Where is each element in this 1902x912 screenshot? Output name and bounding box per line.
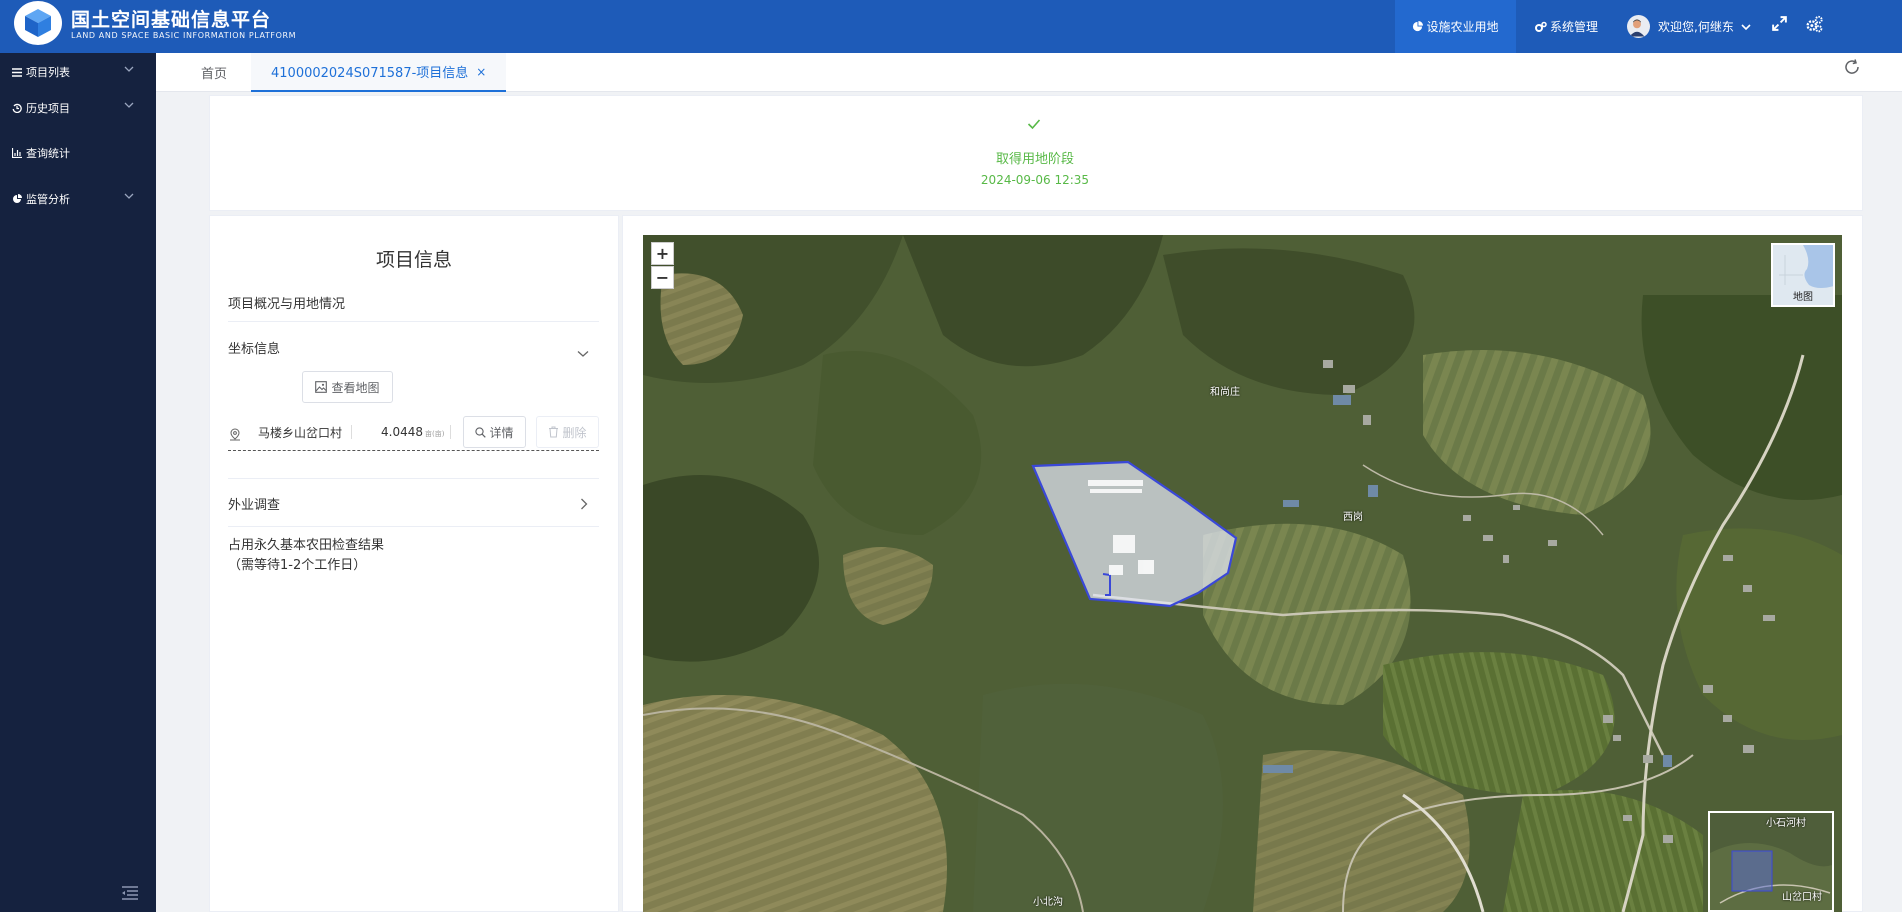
location-pin-icon [229, 426, 241, 445]
detail-label: 详情 [489, 425, 514, 440]
sidebar-item-supervision-analysis[interactable]: 监管分析 [0, 187, 156, 211]
section-overview[interactable]: 项目概况与用地情况 [228, 293, 345, 312]
stage-time: 2024-09-06 12:35 [980, 173, 1090, 187]
area-unit: 亩(亩) [425, 430, 445, 438]
coordinate-area: 4.0448 亩(亩) [381, 425, 444, 439]
cube-logo-icon [25, 9, 51, 37]
satellite-imagery [643, 235, 1842, 912]
stage-label: 取得用地阶段 [995, 152, 1074, 167]
chevron-down-icon [1741, 23, 1751, 30]
list-icon [12, 67, 22, 77]
view-map-label: 查看地图 [331, 380, 380, 395]
tab-project-info[interactable]: 4100002024S071587-项目信息 × [251, 53, 507, 92]
divider [351, 425, 352, 439]
divider [228, 321, 599, 322]
avatar [1627, 15, 1650, 38]
welcome-text: 欢迎您,何继东 [1658, 20, 1734, 34]
check-icon [1027, 115, 1041, 134]
delete-button[interactable]: 删除 [536, 416, 599, 448]
place-label: 小北沟 [1033, 897, 1063, 908]
nav-system-management[interactable]: 系统管理 [1535, 0, 1598, 53]
sidebar-item-query-statistics[interactable]: 查询统计 [0, 141, 156, 165]
sidebar-item-project-list[interactable]: 项目列表 [0, 60, 156, 84]
gears-icon [1535, 21, 1547, 32]
settings-icon [1806, 15, 1823, 33]
refresh-button[interactable] [1843, 58, 1861, 80]
divider [450, 425, 451, 439]
logo [14, 1, 62, 45]
sidebar-item-label: 项目列表 [26, 66, 70, 79]
place-label: 和尚庄 [1210, 387, 1240, 398]
trash-icon [549, 426, 559, 438]
overview-map[interactable]: 小石河村 山岔口村 [1708, 811, 1834, 912]
sidebar-collapse-button[interactable] [122, 885, 138, 904]
zoom-in-button[interactable]: + [651, 242, 674, 265]
place-label: 西岗 [1343, 512, 1363, 523]
farmland-check-note: （需等待1-2个工作日） [228, 558, 367, 573]
coordinate-name: 马楼乡山岔口村 [258, 426, 343, 440]
panel-title: 项目信息 [375, 249, 452, 271]
pie-chart-icon [1413, 21, 1424, 32]
user-menu[interactable]: 欢迎您,何继东 [1627, 0, 1754, 53]
sidebar: 项目列表 历史项目 查询统计 监管分析 [0, 53, 156, 912]
section-field-survey[interactable]: 外业调查 [228, 494, 280, 513]
chevron-down-icon[interactable] [577, 343, 589, 362]
section-coordinates[interactable]: 坐标信息 [228, 338, 280, 357]
place-label: 山岔口村 [1782, 892, 1822, 903]
chevron-down-icon [124, 102, 134, 108]
bar-chart-icon [12, 148, 22, 158]
close-icon[interactable]: × [476, 65, 486, 79]
place-label: 小石河村 [1766, 818, 1806, 829]
chevron-right-icon[interactable] [580, 495, 588, 514]
chevron-down-icon [124, 66, 134, 72]
zoom-out-button[interactable]: − [651, 266, 674, 289]
settings-button[interactable] [1805, 15, 1824, 38]
detail-button[interactable]: 详情 [463, 416, 526, 448]
farmland-check-title: 占用永久基本农田检查结果 [228, 538, 385, 553]
tab-home[interactable]: 首页 [201, 53, 227, 92]
fullscreen-button[interactable] [1771, 15, 1788, 36]
collapse-menu-icon [122, 886, 138, 900]
refresh-icon [1845, 59, 1859, 74]
area-value: 4.0448 [381, 425, 423, 439]
layer-switch-button[interactable]: 地图 [1771, 243, 1835, 307]
layer-label: 地图 [1793, 292, 1813, 303]
image-icon [315, 381, 328, 393]
divider [228, 526, 599, 527]
pie-chart-icon [13, 194, 22, 203]
app-title: 国土空间基础信息平台 [71, 9, 272, 31]
search-icon [475, 426, 487, 438]
expand-icon [1772, 16, 1787, 31]
tab-bar: 首页 4100002024S071587-项目信息 × [156, 53, 1902, 92]
user-avatar-icon [1629, 19, 1645, 37]
tab-project-info-label: 4100002024S071587-项目信息 [271, 66, 469, 81]
app-subtitle: LAND AND SPACE BASIC INFORMATION PLATFOR… [71, 31, 297, 40]
sidebar-item-label: 历史项目 [26, 102, 70, 115]
nav-facility-agriculture-label: 设施农业用地 [1426, 20, 1499, 34]
top-header: 国土空间基础信息平台 LAND AND SPACE BASIC INFORMAT… [0, 0, 1902, 53]
view-map-button[interactable]: 查看地图 [302, 371, 393, 403]
nav-system-management-label: 系统管理 [1550, 20, 1599, 34]
chevron-down-icon [124, 193, 134, 199]
sidebar-item-label: 监管分析 [26, 193, 70, 206]
divider [228, 478, 599, 479]
delete-label: 删除 [562, 425, 587, 440]
history-icon [12, 103, 22, 113]
nav-facility-agriculture[interactable]: 设施农业用地 [1395, 0, 1516, 53]
sidebar-item-label: 查询统计 [26, 147, 70, 160]
satellite-map[interactable]: 和尚庄 西岗 小北沟 [643, 235, 1842, 912]
sidebar-item-history-projects[interactable]: 历史项目 [0, 96, 156, 120]
